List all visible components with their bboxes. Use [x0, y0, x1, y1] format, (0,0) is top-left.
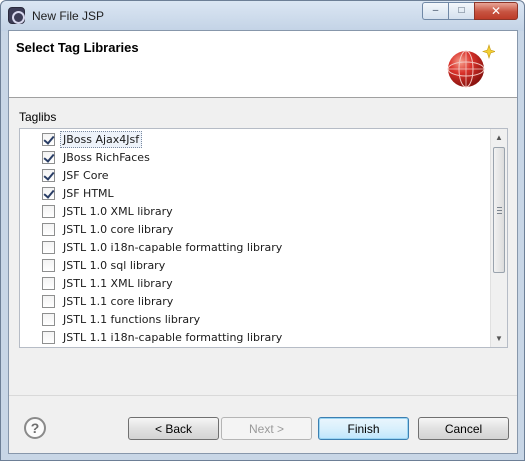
taglibs-list[interactable]: JBoss Ajax4Jsf JBoss RichFaces JSF Core JSF…	[19, 128, 508, 348]
page-title: Select Tag Libraries	[16, 40, 139, 55]
app-icon	[8, 7, 25, 24]
help-icon[interactable]: ?	[24, 417, 46, 439]
taglib-list-item[interactable]: JSTL 1.1 core library	[42, 292, 176, 310]
minimize-button[interactable]: –	[422, 2, 448, 20]
wizard-banner: Select Tag Libraries	[9, 31, 517, 98]
maximize-button[interactable]: □	[448, 2, 474, 20]
checkbox-checked[interactable]	[42, 168, 55, 182]
taglib-list-item[interactable]: JSTL 1.0 core library	[42, 220, 176, 238]
taglib-label: JSTL 1.1 i18n-capable formatting library	[63, 330, 283, 344]
thumb-grip	[497, 207, 502, 208]
checkbox-unchecked[interactable]	[42, 222, 55, 236]
back-button[interactable]: < Back	[128, 417, 219, 440]
taglib-label: JBoss RichFaces	[63, 150, 150, 164]
taglib-list-item[interactable]: JBoss RichFaces	[42, 148, 153, 166]
taglib-label: JSTL 1.0 core library	[63, 222, 174, 236]
checkbox-checked[interactable]	[42, 132, 55, 146]
finish-button[interactable]: Finish	[318, 417, 409, 440]
taglib-list-item[interactable]: JSTL 1.1 XML library	[42, 274, 176, 292]
taglib-label: JBoss Ajax4Jsf	[60, 130, 143, 148]
taglib-label: JSTL 1.0 i18n-capable formatting library	[63, 240, 283, 254]
checkbox-checked[interactable]	[42, 186, 55, 200]
taglib-list-item[interactable]: JSTL 1.0 i18n-capable formatting library	[42, 238, 285, 256]
taglib-list-item[interactable]: JSF Core	[42, 166, 112, 184]
taglibs-label: Taglibs	[19, 110, 57, 124]
taglib-label: JSTL 1.1 core library	[63, 294, 174, 308]
checkbox-unchecked[interactable]	[42, 312, 55, 326]
taglib-label: JSF HTML	[63, 186, 114, 200]
taglib-label: JSTL 1.0 sql library	[63, 258, 166, 272]
dialog-content: Select Tag Libraries Taglibs JBoss Ajax4…	[8, 30, 518, 454]
scroll-down-arrow-icon[interactable]: ▼	[491, 330, 507, 347]
taglib-label: JSTL 1.1 XML library	[63, 276, 173, 290]
window-title: New File JSP	[32, 9, 105, 23]
vertical-scrollbar[interactable]: ▲ ▼	[490, 129, 507, 347]
wizard-globe-icon	[447, 44, 495, 88]
taglib-label: JSTL 1.0 XML library	[63, 204, 173, 218]
taglib-list-item[interactable]: JSTL 1.0 sql library	[42, 256, 168, 274]
close-button[interactable]: ✕	[474, 2, 518, 20]
checkbox-unchecked[interactable]	[42, 276, 55, 290]
taglib-list-item[interactable]: JBoss Ajax4Jsf	[42, 130, 143, 148]
scroll-thumb[interactable]	[493, 147, 505, 273]
dialog-window: New File JSP – □ ✕ Select Tag Libraries	[0, 0, 525, 461]
taglib-list-item[interactable]: JSTL 1.0 XML library	[42, 202, 176, 220]
thumb-grip	[497, 210, 502, 211]
checkbox-checked[interactable]	[42, 150, 55, 164]
taglib-label: JSF Core	[63, 168, 109, 182]
thumb-grip	[497, 213, 502, 214]
window-controls: – □ ✕	[422, 2, 518, 22]
next-button[interactable]: Next >	[221, 417, 312, 440]
scroll-up-arrow-icon[interactable]: ▲	[491, 129, 507, 146]
footer-separator	[9, 395, 517, 396]
taglib-list-item[interactable]: JSTL 1.1 functions library	[42, 310, 203, 328]
taglib-list-item[interactable]: JSTL 1.1 i18n-capable formatting library	[42, 328, 285, 346]
checkbox-unchecked[interactable]	[42, 294, 55, 308]
checkbox-unchecked[interactable]	[42, 258, 55, 272]
cancel-button[interactable]: Cancel	[418, 417, 509, 440]
title-bar[interactable]: New File JSP – □ ✕	[1, 1, 524, 31]
taglib-list-item[interactable]: JSF HTML	[42, 184, 117, 202]
checkbox-unchecked[interactable]	[42, 204, 55, 218]
taglib-label: JSTL 1.1 functions library	[63, 312, 201, 326]
checkbox-unchecked[interactable]	[42, 240, 55, 254]
checkbox-unchecked[interactable]	[42, 330, 55, 344]
